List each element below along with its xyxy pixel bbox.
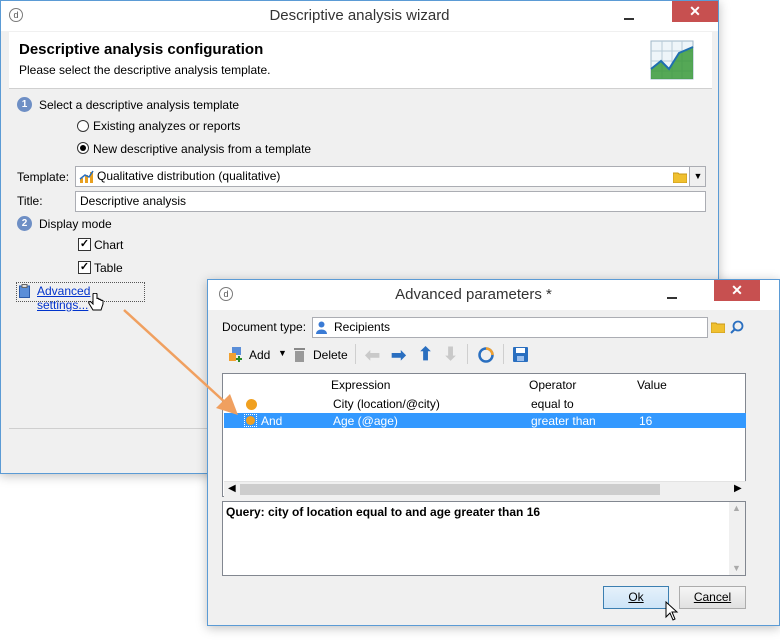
move-left-icon[interactable]: ⬅ [365,346,380,364]
ok-button[interactable]: Ok [603,586,669,609]
chart-checkbox-label: Chart [94,238,124,252]
move-right-icon[interactable]: ➡ [391,346,406,364]
scroll-thumb[interactable] [240,484,660,495]
template-label: Template: [17,170,70,184]
query-text: Query: city of location equal to and age… [226,505,541,519]
scroll-right-icon[interactable]: ▶ [734,483,742,494]
arrow-cursor-icon [665,601,679,621]
params-minimize-button[interactable] [662,285,682,303]
doc-type-value: Recipients [334,320,391,334]
save-icon[interactable] [513,347,528,362]
page-subtitle: Please select the descriptive analysis t… [19,63,271,77]
doc-type-search-icon[interactable] [730,320,744,334]
query-box: Query: city of location equal to and age… [222,501,746,576]
clipboard-icon [19,284,30,298]
row-2-prefix: And [261,414,283,428]
template-dropdown-button[interactable]: ▼ [689,167,705,186]
close-button[interactable]: ✕ [672,1,718,22]
radio-existing-label: Existing analyzes or reports [93,119,241,133]
radio-new-template[interactable] [77,142,89,154]
column-header-expression[interactable]: Expression [331,378,390,392]
move-down-icon[interactable]: ⬇ [443,345,458,363]
scroll-up-icon[interactable]: ▲ [732,503,741,513]
row-1-operator: equal to [531,397,574,411]
refresh-icon[interactable] [478,347,494,363]
trash-icon [294,348,305,362]
title-value: Descriptive analysis [80,194,187,208]
step-1-label: Select a descriptive analysis template [39,98,240,112]
params-title: Advanced parameters * [395,286,552,303]
add-dropdown-icon[interactable]: ▼ [278,348,287,358]
row-2-operator: greater than [531,414,596,428]
table-row-selected[interactable]: And Age (@age) greater than 16 [224,413,746,428]
table-horizontal-scrollbar[interactable]: ◀ ▶ [224,481,746,498]
row-2-value: 16 [639,414,653,428]
table-checkbox[interactable]: ✓ [78,261,91,274]
chart-icon [650,40,694,80]
table-row[interactable]: City (location/@city) equal to [224,396,746,412]
cancel-label: Cancel [693,590,732,604]
cancel-button[interactable]: Cancel [679,586,746,609]
ok-label: Ok [628,590,644,604]
wizard-title: Descriptive analysis wizard [269,7,450,24]
doc-type-field[interactable]: Recipients [312,317,708,338]
delete-button[interactable]: Delete [313,348,348,362]
wizard-header: Descriptive analysis configuration Pleas… [9,32,712,89]
add-button[interactable]: Add [249,348,270,362]
chart-checkbox[interactable]: ✓ [78,238,91,251]
scroll-left-icon[interactable]: ◀ [228,483,236,494]
step-2-badge: 2 [17,216,32,231]
column-header-value[interactable]: Value [637,378,667,392]
wizard-titlebar: d Descriptive analysis wizard ✕ [1,1,718,31]
wizard-footer-divider [9,428,209,429]
advanced-settings-link-wrap[interactable]: Advanced settings... [16,282,145,312]
minimize-button[interactable] [619,6,639,24]
folder-icon[interactable] [673,171,687,183]
query-vertical-scrollbar[interactable]: ▲ ▼ [729,502,745,575]
step-2-label: Display mode [39,217,112,231]
params-titlebar: d Advanced parameters * ✕ [208,280,779,310]
toolbar-separator [355,344,356,364]
hand-cursor-icon [88,293,104,311]
template-field[interactable]: Qualitative distribution (qualitative) ▼ [75,166,706,187]
conditions-table [222,373,746,497]
row-1-expression: City (location/@city) [333,397,440,411]
move-up-icon[interactable]: ⬆ [418,345,433,363]
toolbar-separator-3 [503,344,504,364]
annotation-arrow [123,309,238,415]
table-checkbox-label: Table [94,261,123,275]
params-toolbar: Add ▼ Delete ⬅ ➡ ⬆ ⬇ [222,342,746,368]
template-value: Qualitative distribution (qualitative) [97,169,281,183]
page-title: Descriptive analysis configuration [19,41,264,58]
radio-existing[interactable] [77,120,89,132]
toolbar-separator-2 [467,344,468,364]
title-field[interactable]: Descriptive analysis [75,191,706,212]
step-1-badge: 1 [17,97,32,112]
title-label: Title: [17,194,43,208]
scroll-down-icon[interactable]: ▼ [732,563,741,573]
template-chart-icon [79,170,94,183]
radio-new-template-label: New descriptive analysis from a template [93,142,312,156]
row-2-expression: Age (@age) [333,414,398,428]
params-close-button[interactable]: ✕ [714,280,760,301]
person-icon [316,321,327,334]
column-header-operator[interactable]: Operator [529,378,576,392]
doc-type-folder-icon[interactable] [711,321,725,333]
